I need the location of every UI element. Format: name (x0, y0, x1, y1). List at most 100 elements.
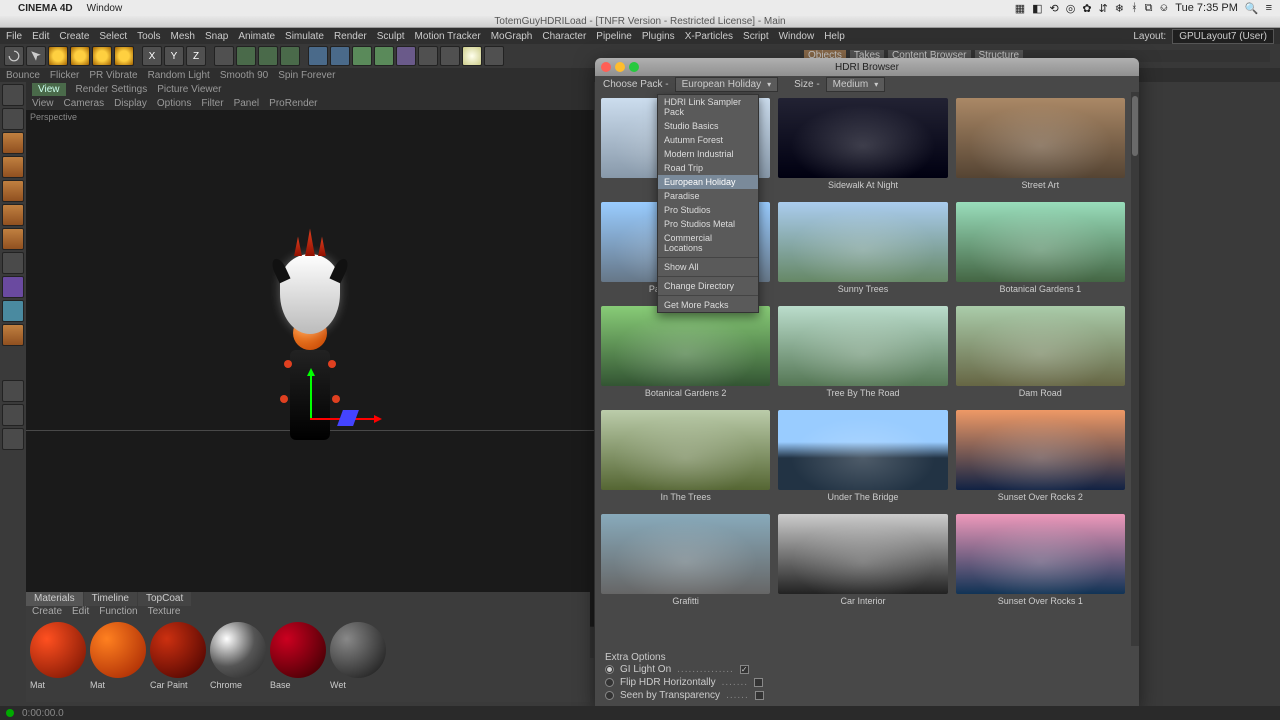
menu-mograph[interactable]: MoGraph (491, 31, 533, 42)
light2-icon[interactable] (462, 46, 482, 66)
hdri-item[interactable]: Sunny Trees (778, 202, 947, 298)
hdri-thumbnail[interactable] (778, 306, 947, 386)
checkbox[interactable] (755, 691, 764, 700)
object-mode-icon[interactable] (2, 84, 24, 106)
hdri-item[interactable]: Sidewalk At Night (778, 98, 947, 194)
hdri-thumbnail[interactable] (956, 202, 1125, 282)
dropdown-item[interactable]: Commercial Locations (658, 231, 758, 255)
rotate-icon[interactable] (92, 46, 112, 66)
render-region-icon[interactable] (258, 46, 278, 66)
menu-plugins[interactable]: Plugins (642, 31, 675, 42)
battery-icon[interactable]: ⎉ (1159, 2, 1168, 15)
camera-icon[interactable] (418, 46, 438, 66)
menu-animate[interactable]: Animate (238, 31, 275, 42)
pack-dropdown-menu[interactable]: HDRI Link Sampler PackStudio BasicsAutum… (657, 94, 759, 313)
menu-edit[interactable]: Edit (32, 31, 49, 42)
material-preview-icon[interactable] (210, 622, 266, 678)
dropdown-item[interactable]: Paradise (658, 189, 758, 203)
material-preview-icon[interactable] (30, 622, 86, 678)
mat-function[interactable]: Function (99, 606, 137, 618)
edge-mode-icon[interactable] (2, 180, 24, 202)
y-axis-icon[interactable]: Y (164, 46, 184, 66)
dropdown-item[interactable]: European Holiday (658, 175, 758, 189)
menubar-icon[interactable]: ▦ (1015, 2, 1025, 15)
tab-timeline[interactable]: Timeline (84, 592, 137, 606)
tab-materials[interactable]: Materials (26, 592, 83, 606)
hdri-thumbnail[interactable] (956, 98, 1125, 178)
poly-mode-icon[interactable] (2, 204, 24, 226)
material-preview-icon[interactable] (270, 622, 326, 678)
dropdown-item[interactable]: Road Trip (658, 161, 758, 175)
hdri-thumbnail[interactable] (956, 410, 1125, 490)
vm-filter[interactable]: Filter (201, 98, 223, 109)
menu-mesh[interactable]: Mesh (171, 31, 195, 42)
render-settings-icon[interactable] (280, 46, 300, 66)
vm-view[interactable]: View (32, 98, 54, 109)
checkbox[interactable] (740, 665, 749, 674)
menubar-icon[interactable]: ✿ (1082, 2, 1091, 15)
z-axis-plane-icon[interactable] (337, 410, 359, 426)
vm-prorender[interactable]: ProRender (269, 98, 317, 109)
menu-simulate[interactable]: Simulate (285, 31, 324, 42)
mode-icon[interactable] (2, 228, 24, 250)
menu-snap[interactable]: Snap (205, 31, 228, 42)
preset-btn[interactable]: Spin Forever (278, 70, 335, 81)
spline-icon[interactable] (330, 46, 350, 66)
menu-icon[interactable]: ≡ (1266, 2, 1272, 14)
menu-help[interactable]: Help (824, 31, 845, 42)
mode-icon[interactable] (2, 324, 24, 346)
hdri-item[interactable]: Sunset Over Rocks 1 (956, 514, 1125, 610)
hdri-item[interactable]: Dam Road (956, 306, 1125, 402)
mac-app-name[interactable]: CINEMA 4D (18, 3, 73, 14)
menubar-icon[interactable]: ⇵ (1099, 2, 1108, 15)
menu-sculpt[interactable]: Sculpt (377, 31, 405, 42)
hdri-item[interactable]: Sunset Over Rocks 2 (956, 410, 1125, 506)
preset-btn[interactable]: Random Light (148, 70, 210, 81)
viewport-icon[interactable] (2, 428, 24, 450)
menu-window[interactable]: Window (779, 31, 815, 42)
environment-icon[interactable] (396, 46, 416, 66)
dropdown-item[interactable]: Change Directory (658, 279, 758, 293)
menu-create[interactable]: Create (59, 31, 89, 42)
material-preview-icon[interactable] (150, 622, 206, 678)
menu-script[interactable]: Script (743, 31, 769, 42)
mat-edit[interactable]: Edit (72, 606, 89, 618)
y-axis-arrow-icon[interactable] (310, 370, 312, 420)
hdri-item[interactable]: In The Trees (601, 410, 770, 506)
tool-icon[interactable] (214, 46, 234, 66)
menu-render[interactable]: Render (334, 31, 367, 42)
tab-picture-viewer[interactable]: Picture Viewer (157, 84, 221, 95)
dropdown-item[interactable]: Show All (658, 260, 758, 274)
menubar-icon[interactable]: ❄ (1115, 2, 1124, 15)
radio-icon[interactable] (605, 691, 614, 700)
x-axis-icon[interactable]: X (142, 46, 162, 66)
scrollbar[interactable] (1131, 92, 1139, 646)
point-mode-icon[interactable] (2, 156, 24, 178)
deformer-icon[interactable] (374, 46, 394, 66)
material-item[interactable]: Base (270, 622, 326, 690)
scale-icon[interactable] (70, 46, 90, 66)
hdri-thumbnail[interactable] (778, 98, 947, 178)
layout-dropdown[interactable]: GPULayout7 (User) (1172, 29, 1274, 44)
spotlight-icon[interactable]: 🔍 (1245, 2, 1259, 15)
size-dropdown[interactable]: Medium (826, 77, 886, 92)
hdri-item[interactable]: Botanical Gardens 1 (956, 202, 1125, 298)
close-icon[interactable] (601, 62, 611, 72)
menu-select[interactable]: Select (99, 31, 127, 42)
mac-clock[interactable]: Tue 7:35 PM (1175, 2, 1238, 14)
menu-tools[interactable]: Tools (137, 31, 160, 42)
tool-icon[interactable] (114, 46, 134, 66)
undo-icon[interactable] (4, 46, 24, 66)
minimize-icon[interactable] (615, 62, 625, 72)
hdri-thumbnail[interactable] (601, 514, 770, 594)
vm-display[interactable]: Display (114, 98, 147, 109)
light-icon[interactable] (440, 46, 460, 66)
tab-topcoat[interactable]: TopCoat (138, 592, 191, 606)
menubar-icon[interactable]: ⟲ (1050, 2, 1059, 15)
hdri-thumbnail[interactable] (778, 410, 947, 490)
dropdown-item[interactable]: Get More Packs (658, 298, 758, 312)
texture-mode-icon[interactable] (2, 132, 24, 154)
material-item[interactable]: Car Paint (150, 622, 206, 690)
dropdown-item[interactable]: Modern Industrial (658, 147, 758, 161)
dropdown-item[interactable]: Pro Studios Metal (658, 217, 758, 231)
